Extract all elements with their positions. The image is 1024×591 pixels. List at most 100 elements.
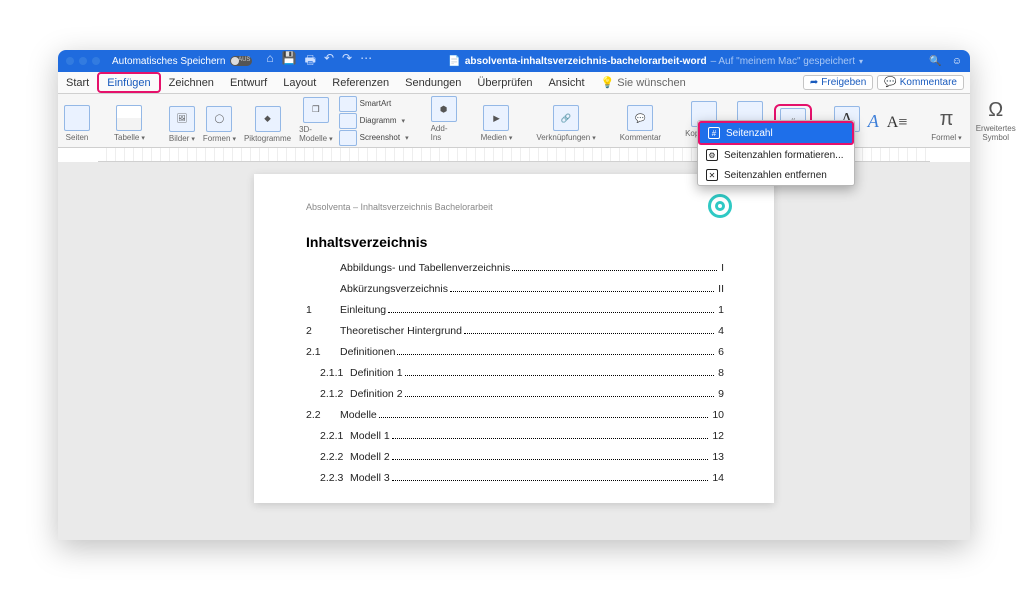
page-num-icon: # — [708, 127, 720, 139]
pictogram-icon: ◆ — [255, 106, 281, 132]
min-dot[interactable] — [79, 57, 87, 65]
toc-text: Modell 2 — [350, 451, 390, 463]
title-bar: Automatisches Speichern AUS ⌂ 💾 🖶 ↶ ↷ ⋯ … — [58, 50, 970, 72]
wordart-button[interactable]: A — [866, 111, 881, 135]
save-icon[interactable]: 💾 — [282, 51, 297, 72]
toc-leader — [512, 270, 717, 271]
link-icon: 🔗 — [553, 105, 579, 131]
toc-text: Definition 2 — [350, 388, 403, 400]
dd-remove[interactable]: ✕Seitenzahlen entfernen — [698, 165, 854, 185]
toc-text: Definitionen — [340, 346, 395, 358]
toc-entry: 2.2Modelle10 — [306, 409, 724, 421]
tell-me[interactable]: 💡 Sie wünschen — [593, 72, 694, 93]
toc-leader — [405, 375, 715, 376]
links-button[interactable]: 🔗Verknüpfungen▾ — [534, 96, 597, 145]
table-of-contents: Abbildungs- und TabellenverzeichnisIAbkü… — [306, 262, 724, 484]
toc-number: 1 — [306, 304, 340, 316]
screenshot-icon — [339, 130, 357, 146]
tab-überprüfen[interactable]: Überprüfen — [469, 72, 540, 93]
symbol-button[interactable]: ΩErweitertes Symbol — [974, 96, 1018, 145]
close-dot[interactable] — [66, 57, 74, 65]
tab-sendungen[interactable]: Sendungen — [397, 72, 469, 93]
equation-button[interactable]: πFormel▾ — [929, 96, 963, 145]
tab-start[interactable]: Start — [58, 72, 97, 93]
smartart-icon — [339, 96, 357, 112]
search-icon[interactable]: 🔍 — [929, 56, 941, 67]
pi-icon: π — [940, 108, 954, 131]
comments-button[interactable]: 💬Kommentare — [877, 75, 964, 90]
word-window: Automatisches Speichern AUS ⌂ 💾 🖶 ↶ ↷ ⋯ … — [58, 50, 970, 540]
3d-button[interactable]: ❒3D-Modelle▾ — [297, 97, 335, 146]
ribbon-insert: Seiten Tabelle▾ 🖼Bilder▾ ◯Formen▾ ◆Pikto… — [58, 94, 970, 148]
undo-icon[interactable]: ↶ — [324, 51, 334, 72]
toc-entry: 1Einleitung1 — [306, 304, 724, 316]
saved-location: – Auf "meinem Mac" gespeichert — [711, 56, 855, 67]
tab-entwurf[interactable]: Entwurf — [222, 72, 275, 93]
media-button[interactable]: ▶Medien▾ — [479, 96, 515, 145]
table-icon — [116, 105, 142, 131]
toc-text: Einleitung — [340, 304, 386, 316]
pages-group[interactable]: Seiten — [62, 96, 92, 145]
share-icon: ➦ — [810, 77, 818, 88]
addins-button[interactable]: ⬢Add-Ins — [429, 96, 459, 145]
tab-layout[interactable]: Layout — [275, 72, 324, 93]
toc-entry: 2.2.3Modell 314 — [306, 472, 724, 484]
max-dot[interactable] — [92, 57, 100, 65]
tab-referenzen[interactable]: Referenzen — [324, 72, 397, 93]
quick-access: ⌂ 💾 🖶 ↶ ↷ ⋯ — [266, 51, 372, 72]
dropcap-button[interactable]: A≡ — [885, 114, 910, 135]
dd-format[interactable]: ⚙Seitenzahlen formatieren... — [698, 145, 854, 165]
toc-page: 12 — [712, 430, 724, 442]
screenshot-button[interactable]: Screenshot▾ — [339, 130, 409, 146]
addins-icon: ⬢ — [431, 96, 457, 122]
page[interactable]: Absolventa – Inhaltsverzeichnis Bachelor… — [254, 174, 774, 503]
toc-entry: 2.2.1Modell 112 — [306, 430, 724, 442]
toc-text: Modell 1 — [350, 430, 390, 442]
more-icon[interactable]: ⋯ — [360, 51, 372, 72]
autosave-label: Automatisches Speichern — [112, 56, 225, 67]
toc-text: Theoretischer Hintergrund — [340, 325, 462, 337]
comment-button[interactable]: 💬Kommentar — [618, 96, 663, 145]
print-icon[interactable]: 🖶 — [305, 51, 316, 72]
autosave-toggle[interactable]: Automatisches Speichern AUS — [112, 56, 252, 67]
toc-leader — [392, 438, 709, 439]
format-icon: ⚙ — [706, 149, 718, 161]
toc-leader — [450, 291, 714, 292]
shapes-button[interactable]: ◯Formen▾ — [201, 106, 238, 146]
table-group[interactable]: Tabelle▾ — [112, 96, 147, 145]
toc-leader — [397, 354, 714, 355]
diagram-button[interactable]: Diagramm▾ — [339, 113, 409, 129]
toggle-switch[interactable]: AUS — [230, 56, 252, 66]
tab-ansicht[interactable]: Ansicht — [540, 72, 592, 93]
emoji-icon[interactable]: ☺ — [952, 56, 962, 67]
chevron-down-icon[interactable]: ▾ — [859, 57, 863, 66]
home-icon[interactable]: ⌂ — [266, 51, 273, 72]
share-button[interactable]: ➦Freigeben — [803, 75, 873, 90]
icons-button[interactable]: ◆Piktogramme — [242, 106, 293, 146]
titlebar-right: 🔍 ☺ — [929, 56, 962, 67]
comment-bubble-icon: 💬 — [627, 105, 653, 131]
remove-icon: ✕ — [706, 169, 718, 181]
media-icon: ▶ — [483, 105, 509, 131]
document-canvas[interactable]: Absolventa – Inhaltsverzeichnis Bachelor… — [58, 162, 970, 540]
traffic-lights[interactable] — [66, 57, 100, 65]
dropcap-icon: A≡ — [887, 114, 908, 132]
toc-number: 2.1 — [306, 346, 340, 358]
tab-einfügen[interactable]: Einfügen — [97, 72, 160, 93]
toc-text: Modelle — [340, 409, 377, 421]
dd-seitenzahl[interactable]: #Seitenzahl — [698, 121, 854, 145]
chart-icon — [339, 113, 357, 129]
toc-page: 13 — [712, 451, 724, 463]
toc-number: 2.1.2 — [306, 388, 350, 400]
toc-leader — [392, 459, 709, 460]
tab-zeichnen[interactable]: Zeichnen — [161, 72, 222, 93]
toc-entry: Abbildungs- und TabellenverzeichnisI — [306, 262, 724, 274]
redo-icon[interactable]: ↷ — [342, 51, 352, 72]
toc-number: 2 — [306, 325, 340, 337]
toc-title: Inhaltsverzeichnis — [306, 234, 724, 250]
pictures-button[interactable]: 🖼Bilder▾ — [167, 106, 197, 146]
toc-leader — [464, 333, 714, 334]
smartart-button[interactable]: SmartArt — [339, 96, 409, 112]
wordart-icon: A — [868, 111, 879, 132]
toc-leader — [392, 480, 709, 481]
